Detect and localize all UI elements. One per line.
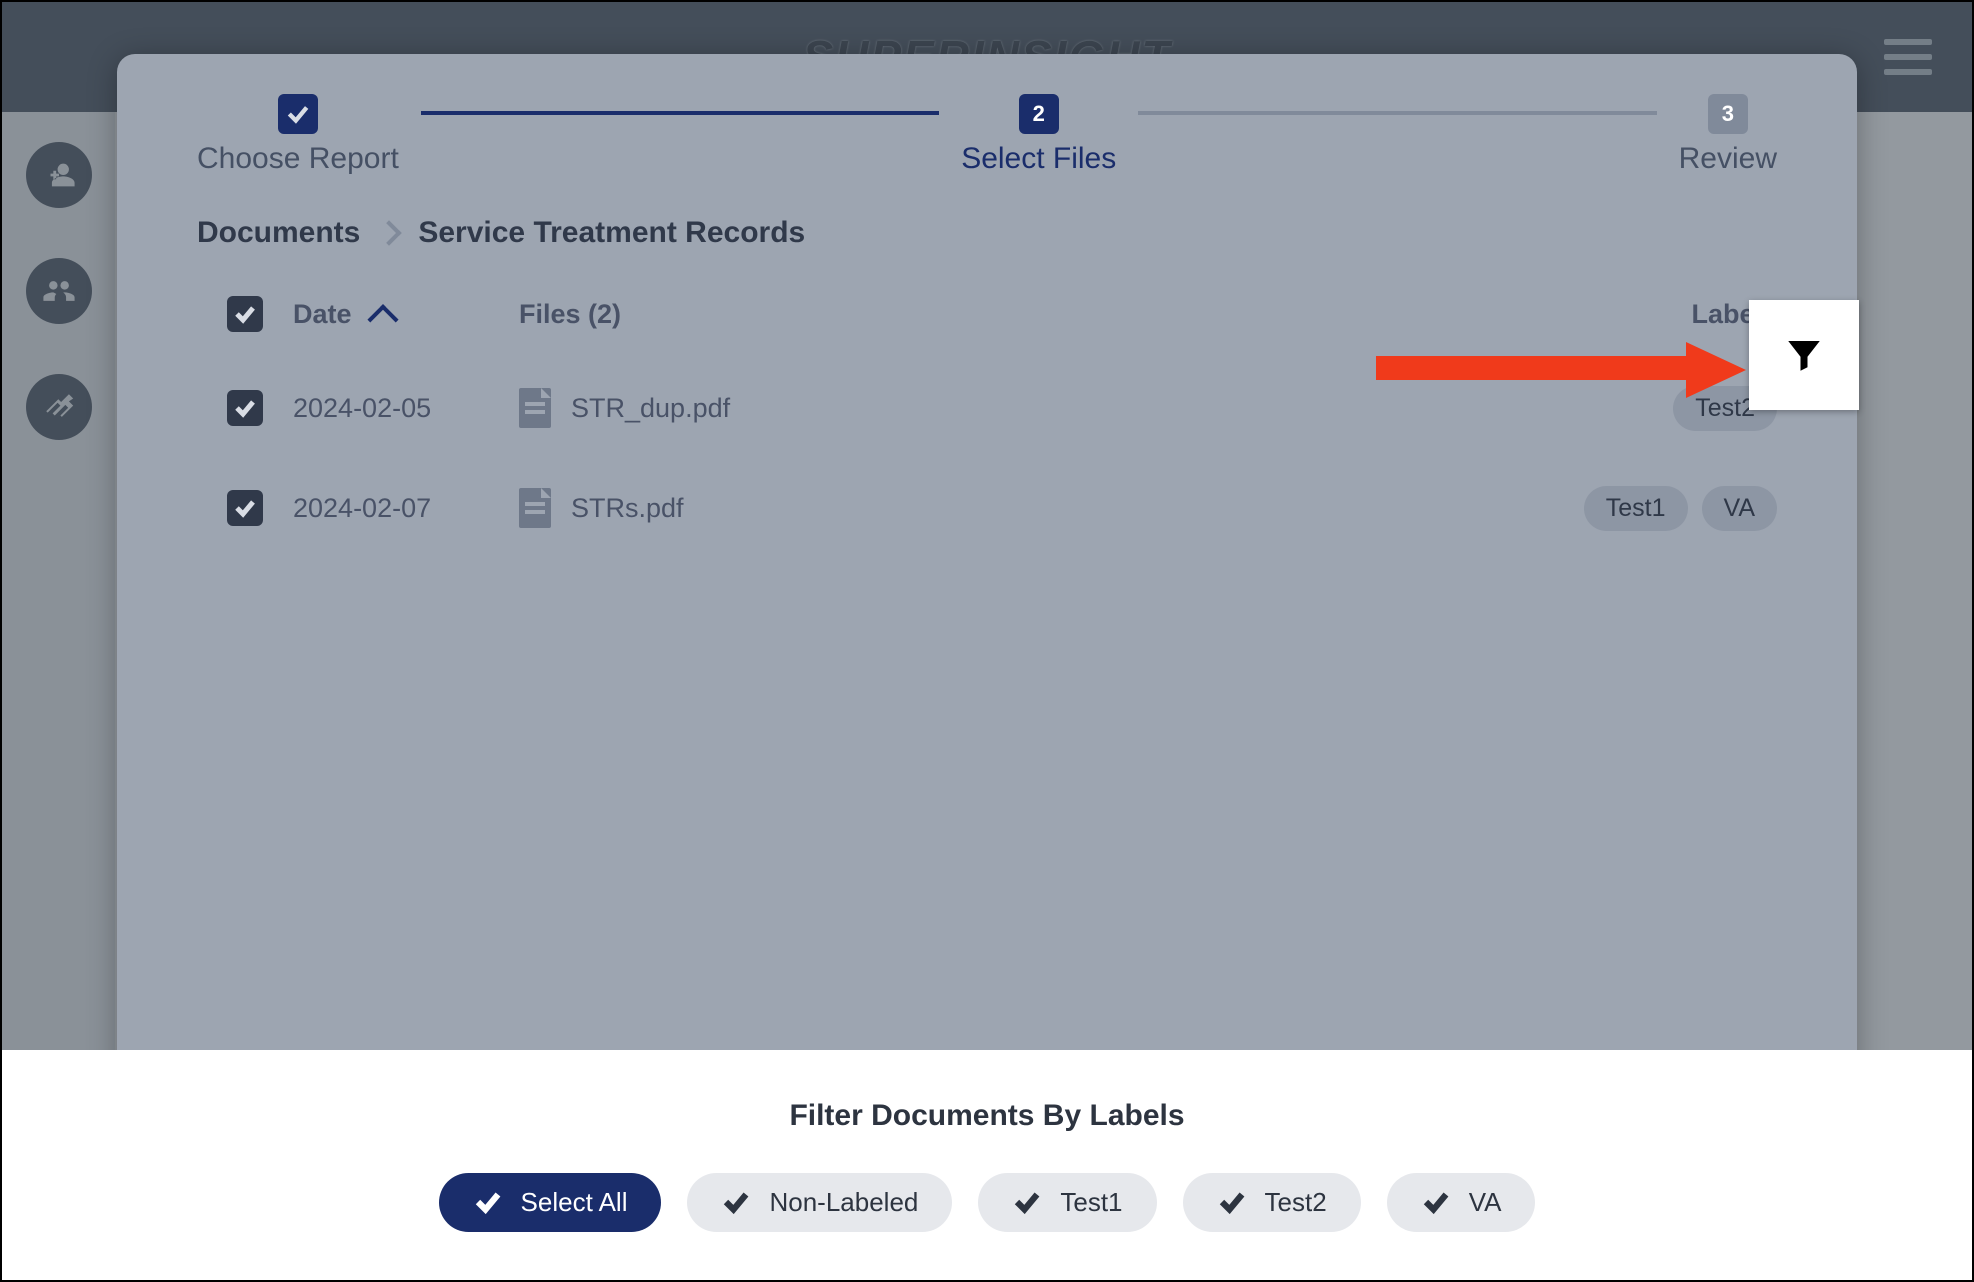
cell-filename: STR_dup.pdf: [571, 393, 730, 424]
sort-asc-icon: [367, 304, 398, 335]
filter-pills: Select All Non-Labeled Test1 Test2 VA: [439, 1173, 1536, 1232]
pill-select-all[interactable]: Select All: [439, 1173, 662, 1232]
file-icon: [519, 388, 551, 428]
pill-label: Test1: [1060, 1187, 1122, 1218]
pill-label: Select All: [521, 1187, 628, 1218]
check-icon: [473, 1187, 503, 1217]
cell-date: 2024-02-07: [293, 493, 431, 524]
check-icon: [1217, 1187, 1247, 1217]
filter-icon: [1783, 334, 1825, 376]
step-connector: [421, 111, 939, 115]
step-label: Review: [1679, 142, 1777, 176]
chevron-right-icon: [377, 220, 402, 245]
select-all-checkbox[interactable]: [227, 296, 263, 332]
file-table: Date Files (2) Labels 2024-02-05 STR_dup…: [117, 270, 1857, 558]
step-label: Select Files: [961, 142, 1116, 176]
annotation-arrow: [1376, 342, 1746, 390]
column-date[interactable]: Date: [293, 299, 519, 330]
breadcrumb: Documents Service Treatment Records: [117, 206, 1857, 270]
column-labels: Labels: [1517, 299, 1777, 330]
sheet-title: Filter Documents By Labels: [789, 1099, 1184, 1133]
stepper: Choose Report 2 Select Files 3 Review: [117, 54, 1857, 206]
file-icon: [519, 488, 551, 528]
cell-filename: STRs.pdf: [571, 493, 684, 524]
pill-label: Non-Labeled: [769, 1187, 918, 1218]
step-label: Choose Report: [197, 142, 399, 176]
table-row[interactable]: 2024-02-07 STRs.pdf Test1 VA: [197, 458, 1777, 558]
row-checkbox[interactable]: [227, 390, 263, 426]
pill-non-labeled[interactable]: Non-Labeled: [687, 1173, 952, 1232]
check-icon: [278, 94, 318, 134]
check-icon: [1421, 1187, 1451, 1217]
pill-label: VA: [1469, 1187, 1502, 1218]
breadcrumb-root[interactable]: Documents: [197, 216, 360, 250]
step-connector: [1138, 111, 1656, 115]
pill-va[interactable]: VA: [1387, 1173, 1536, 1232]
label-chip[interactable]: Test1: [1584, 486, 1688, 531]
row-checkbox[interactable]: [227, 490, 263, 526]
column-label: Date: [293, 299, 352, 330]
step-select-files[interactable]: 2 Select Files: [961, 94, 1116, 176]
pill-test1[interactable]: Test1: [978, 1173, 1156, 1232]
column-files[interactable]: Files (2): [519, 299, 1517, 330]
step-choose-report[interactable]: Choose Report: [197, 94, 399, 176]
cell-date: 2024-02-05: [293, 393, 431, 424]
check-icon: [1012, 1187, 1042, 1217]
filter-button[interactable]: [1749, 300, 1859, 410]
step-number-icon: 2: [1019, 94, 1059, 134]
step-number-icon: 3: [1708, 94, 1748, 134]
label-chip[interactable]: VA: [1702, 486, 1778, 531]
step-review[interactable]: 3 Review: [1679, 94, 1777, 176]
filter-sheet: Filter Documents By Labels Select All No…: [2, 1050, 1972, 1280]
column-label: Files (2): [519, 299, 621, 330]
breadcrumb-current: Service Treatment Records: [418, 216, 805, 250]
check-icon: [721, 1187, 751, 1217]
pill-label: Test2: [1265, 1187, 1327, 1218]
pill-test2[interactable]: Test2: [1183, 1173, 1361, 1232]
